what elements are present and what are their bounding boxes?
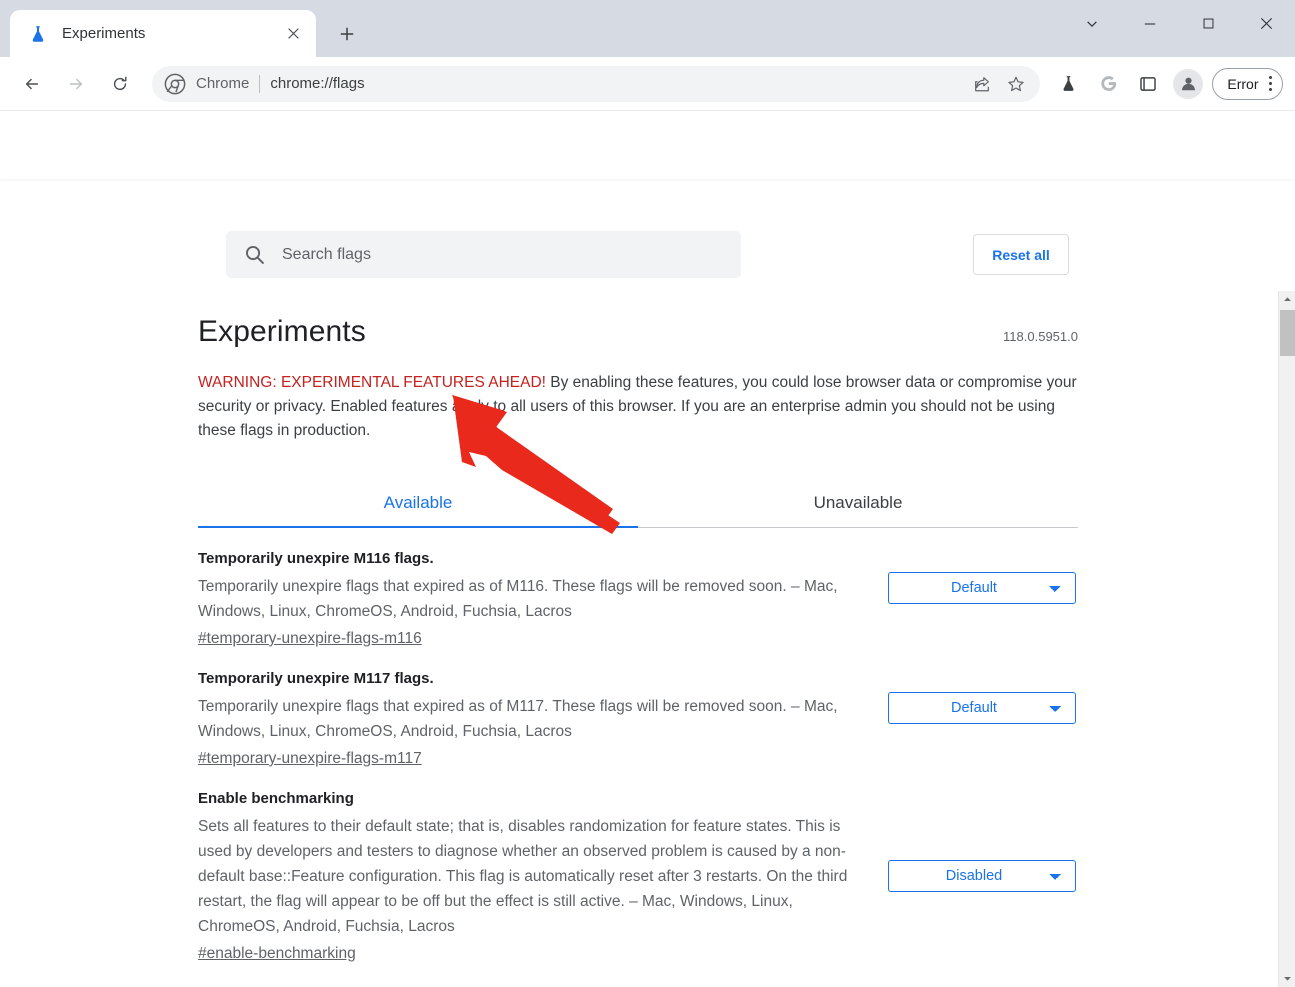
scrollbar-thumb[interactable] [1280,310,1295,356]
tab-unavailable[interactable]: Unavailable [638,481,1078,527]
side-panel-icon[interactable] [1131,67,1165,101]
flag-title: Temporarily unexpire M117 flags. [198,670,434,687]
flag-state-select[interactable]: Default [888,572,1076,604]
flags-container: Experiments 118.0.5951.0 WARNING: EXPERI… [198,291,1078,987]
three-dot-menu-icon[interactable] [1265,75,1277,92]
tab-strip: Experiments [0,0,1295,57]
flag-title: Enable benchmarking [198,790,354,807]
omnibox-scheme-label: Chrome [196,75,250,92]
page-title-row: Experiments 118.0.5951.0 [198,291,1078,349]
omnibox-separator [259,74,261,93]
warning-text: WARNING: EXPERIMENTAL FEATURES AHEAD! By… [198,371,1078,443]
search-icon [244,244,266,266]
menu-dot [1268,87,1272,92]
search-flags-box[interactable] [226,231,741,278]
flag-description: Temporarily unexpire flags that expired … [198,698,838,740]
reset-all-button[interactable]: Reset all [973,234,1069,275]
flag-row: Override software rendering list Overrid… [198,963,1078,987]
flag-anchor-link[interactable]: #temporary-unexpire-flags-m117 [198,750,422,768]
flag-row: Temporarily unexpire M117 flags. Tempora… [198,648,1078,768]
warning-headline: WARNING: EXPERIMENTAL FEATURES AHEAD! [198,374,546,391]
page-title: Experiments [198,315,366,348]
google-g-icon[interactable] [1091,67,1125,101]
share-icon[interactable] [966,68,998,100]
omnibox-actions [966,68,1036,100]
flag-state-select[interactable]: Default [888,692,1076,724]
page-scrollbar[interactable] [1278,291,1295,987]
scroll-up-arrow-icon[interactable] [1279,291,1295,308]
browser-tab-experiments[interactable]: Experiments [10,10,316,57]
tab-search-button[interactable] [1063,0,1121,47]
flags-search-header [0,111,1295,179]
error-label: Error [1227,75,1259,92]
flag-info: Enable benchmarking Sets all features to… [198,790,866,963]
forward-arrow-icon [57,65,95,103]
flag-title: Temporarily unexpire M116 flags. [198,550,434,567]
flask-icon[interactable] [1051,67,1085,101]
flag-description: Sets all features to their default state… [198,818,848,935]
flag-description: Temporarily unexpire flags that expired … [198,578,838,620]
flag-row: Enable benchmarking Sets all features to… [198,768,1078,963]
flag-anchor-link[interactable]: #temporary-unexpire-flags-m116 [198,630,422,648]
window-controls [1063,0,1295,47]
menu-dot [1268,75,1272,80]
flags-page: Reset all Experiments 118.0.5951.0 WARNI… [0,111,1295,987]
omnibox-url-text: chrome://flags [270,75,365,92]
flag-info: Temporarily unexpire M117 flags. Tempora… [198,670,866,768]
address-bar[interactable]: Chrome chrome://flags [152,65,1041,102]
star-icon[interactable] [1000,68,1032,100]
flag-select-container: Default [888,692,1076,724]
new-tab-button[interactable] [330,17,364,51]
flag-anchor-link[interactable]: #enable-benchmarking [198,945,356,963]
flags-tablist: Available Unavailable [198,481,1078,528]
scroll-down-arrow-icon[interactable] [1279,970,1295,987]
reload-icon[interactable] [101,65,139,103]
chrome-icon [164,73,186,95]
flags-content-scroll: Experiments 118.0.5951.0 WARNING: EXPERI… [0,291,1295,987]
minimize-button[interactable] [1121,0,1179,47]
flask-icon [28,24,48,44]
browser-toolbar: Chrome chrome://flags Error [0,57,1295,111]
error-menu-button[interactable]: Error [1212,67,1283,100]
flag-select-container: Default [888,572,1076,604]
search-input[interactable] [282,231,741,278]
close-icon[interactable] [280,21,306,47]
close-window-button[interactable] [1237,0,1295,47]
flag-state-select[interactable]: Disabled [888,860,1076,892]
version-label: 118.0.5951.0 [1003,329,1078,344]
menu-dot [1268,81,1272,86]
profile-avatar[interactable] [1173,68,1204,99]
maximize-button[interactable] [1179,0,1237,47]
browser-window: Experiments Chrome chrome://flags Error … [0,0,1295,987]
flag-row: Temporarily unexpire M116 flags. Tempora… [198,528,1078,648]
tab-available[interactable]: Available [198,481,638,528]
tab-title: Experiments [62,25,146,42]
flag-info: Temporarily unexpire M116 flags. Tempora… [198,550,866,648]
flag-select-container: Disabled [888,860,1076,892]
back-arrow-icon[interactable] [13,65,51,103]
